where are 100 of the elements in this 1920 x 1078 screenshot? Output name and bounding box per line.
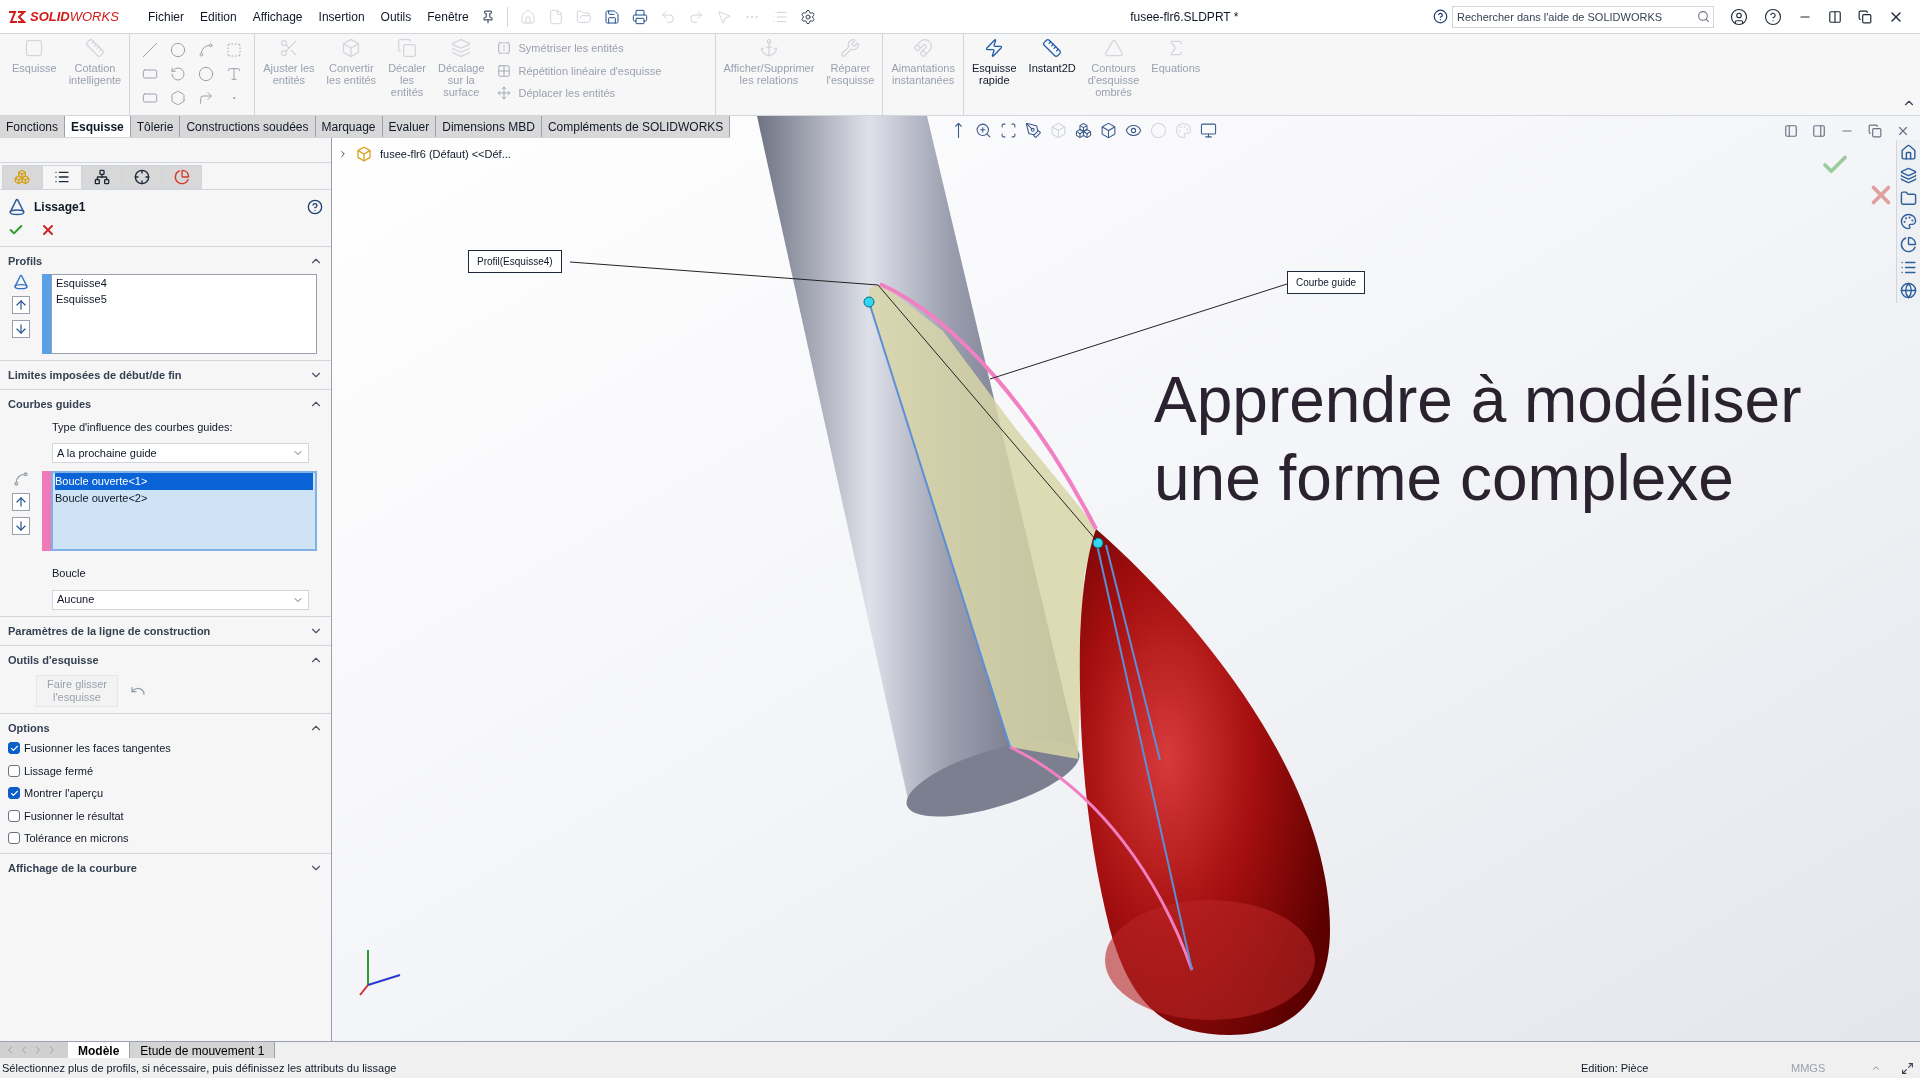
- move-icon: [496, 86, 511, 101]
- help-icon[interactable]: [1764, 7, 1782, 26]
- panel-tab[interactable]: [122, 165, 162, 189]
- cancel-button[interactable]: [40, 222, 56, 238]
- checkbox[interactable]: [8, 742, 20, 755]
- move-up-button[interactable]: [12, 295, 30, 314]
- part-icon: [356, 146, 372, 163]
- visibility-icon[interactable]: [1125, 122, 1142, 139]
- tree-node[interactable]: fusee-flr6 (Défaut) <<Déf...: [380, 146, 511, 163]
- ribbon-button[interactable]: Instant2D: [1024, 38, 1080, 74]
- section-header[interactable]: Courbes guides: [8, 396, 92, 413]
- expand-icon[interactable]: [338, 149, 348, 160]
- ruler-icon: [1042, 38, 1063, 58]
- magnet-icon: [913, 38, 934, 58]
- monitor-icon[interactable]: [1200, 122, 1217, 139]
- appearance-icon[interactable]: [1900, 236, 1917, 253]
- menu-item[interactable]: Fichier: [140, 7, 192, 26]
- section-header[interactable]: Paramètres de la ligne de construction: [8, 622, 211, 639]
- move-down-button[interactable]: [12, 517, 30, 535]
- menu-item[interactable]: Affichage: [244, 7, 311, 26]
- feature-tree-icon: [14, 169, 30, 185]
- save-icon[interactable]: [603, 8, 620, 25]
- mirror-icon: [496, 41, 511, 56]
- checkbox[interactable]: [8, 832, 20, 845]
- dropdown[interactable]: Aucune: [52, 589, 309, 610]
- panel-tab[interactable]: [82, 165, 122, 189]
- ribbon-button[interactable]: Esquisse rapide: [967, 38, 1021, 86]
- search-field[interactable]: Rechercher dans l'aide de SOLIDWORKS: [1452, 5, 1714, 28]
- menu-item[interactable]: Edition: [192, 7, 245, 26]
- checkbox-label: Tolérance en microns: [24, 831, 129, 846]
- tile-icon[interactable]: [1828, 9, 1842, 24]
- account-icon[interactable]: [1730, 7, 1748, 26]
- configuration-icon: [94, 169, 110, 185]
- crosshair-icon: [134, 169, 150, 185]
- checkbox-label: Lissage fermé: [24, 763, 94, 779]
- model-tab[interactable]: Etude de mouvement 1: [130, 1042, 276, 1058]
- display-style-icon[interactable]: [1100, 122, 1117, 139]
- menu-item[interactable]: Fenêtre: [419, 7, 477, 26]
- field-label: Type d'influence des courbes guides:: [52, 419, 234, 435]
- list-item[interactable]: Boucle ouverte<2>: [55, 489, 313, 506]
- window-title: fusee-flr6.SLDPRT *: [1130, 8, 1239, 26]
- checkbox[interactable]: [8, 787, 20, 800]
- layers-icon: [451, 38, 472, 58]
- help-icon[interactable]: [1433, 9, 1448, 24]
- zoom-icon[interactable]: [975, 122, 992, 139]
- grid-icon: [496, 63, 511, 78]
- display-icon[interactable]: [1901, 1061, 1914, 1075]
- pin-icon[interactable]: [480, 9, 495, 24]
- folder-icon[interactable]: [1900, 190, 1917, 207]
- section-header[interactable]: Profils: [8, 253, 43, 270]
- lightning-icon: [984, 38, 1005, 58]
- list-item[interactable]: Esquisse5: [56, 291, 312, 308]
- logo-icon: [8, 9, 26, 24]
- overlay-title: une forme complexe: [1154, 441, 1735, 516]
- feature-title: Lissage1: [34, 199, 86, 216]
- home-icon[interactable]: [1900, 144, 1917, 161]
- checkbox-label: Fusionner les faces tangentes: [24, 741, 171, 756]
- arrow-down-icon: [14, 519, 28, 533]
- globe-icon[interactable]: [1900, 282, 1917, 299]
- ribbon-tab[interactable]: Esquisse: [65, 116, 131, 137]
- pen-icon[interactable]: [1025, 122, 1042, 139]
- checkbox-label: Fusionner le résultat: [24, 808, 124, 824]
- view-orientation-icon[interactable]: [1075, 122, 1092, 139]
- dropdown[interactable]: A la prochaine guide: [52, 443, 309, 463]
- dimension-icon: [84, 38, 105, 58]
- list-icon[interactable]: [1900, 259, 1917, 276]
- list-item[interactable]: Esquisse4: [56, 274, 312, 291]
- print-icon[interactable]: [631, 8, 648, 25]
- help-icon[interactable]: [307, 199, 323, 215]
- callout-label: Profil(Esquisse4): [468, 250, 562, 273]
- move-up-button[interactable]: [12, 493, 30, 511]
- anchor-icon: [758, 38, 779, 58]
- restore-icon[interactable]: [1858, 9, 1872, 24]
- sketch-icon: [24, 38, 45, 58]
- edit-mode: Edition: Pièce: [1581, 1060, 1650, 1076]
- zoom-area-icon[interactable]: [1000, 122, 1017, 139]
- section-header[interactable]: Options: [8, 719, 50, 736]
- profile-list[interactable]: Esquisse4 Esquisse5: [51, 273, 317, 354]
- guide-curve-icon: [13, 471, 29, 487]
- model-tab[interactable]: Modèle: [68, 1042, 131, 1058]
- overlay-title: Apprendre à modéliser: [1154, 363, 1802, 438]
- section-header[interactable]: Affichage de la courbure: [8, 859, 137, 876]
- section-header[interactable]: Outils d'esquisse: [8, 652, 99, 669]
- layers-icon[interactable]: [1900, 167, 1917, 184]
- callout-label: Courbe guide: [1287, 271, 1366, 294]
- appearance-icon: [174, 169, 190, 185]
- field-label: Boucle: [52, 566, 87, 581]
- guide-curve-list[interactable]: Boucle ouverte<1> Boucle ouverte<2>: [51, 471, 317, 551]
- loft-icon: [13, 273, 29, 290]
- palette-icon[interactable]: [1900, 213, 1917, 230]
- menu-item[interactable]: Insertion: [310, 7, 373, 26]
- panel-tab[interactable]: [42, 165, 82, 189]
- search-icon[interactable]: [1697, 9, 1710, 23]
- menu-item[interactable]: Outils: [372, 7, 420, 26]
- checkbox[interactable]: [8, 809, 20, 822]
- move-down-button[interactable]: [12, 319, 30, 338]
- list-item[interactable]: Boucle ouverte<1>: [55, 473, 313, 490]
- settings-icon[interactable]: [799, 8, 816, 25]
- checkbox[interactable]: [8, 764, 20, 777]
- section-header[interactable]: Limites imposées de début/de fin: [8, 366, 182, 383]
